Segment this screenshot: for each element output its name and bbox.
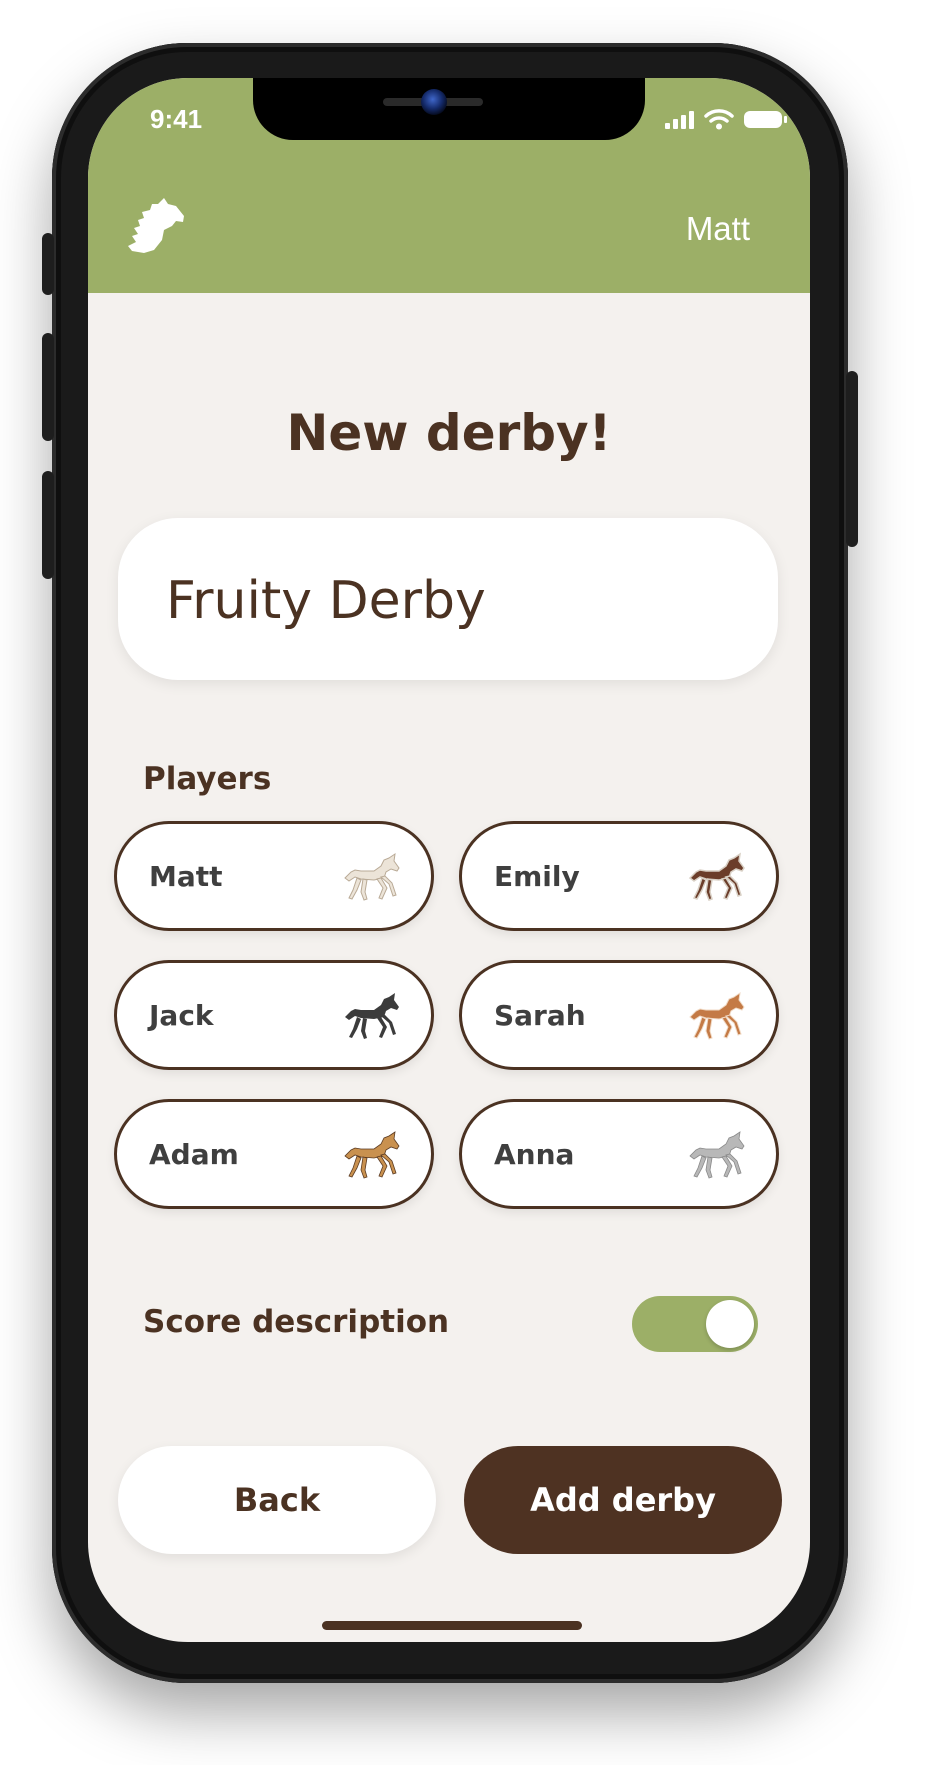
grey-horse-icon <box>684 1130 748 1182</box>
app-header: 9:41 Matt <box>88 78 810 293</box>
app-screen: 9:41 Matt New derby! Players Matt <box>88 78 810 1642</box>
toggle-knob <box>706 1300 754 1348</box>
wifi-icon <box>704 109 734 130</box>
derby-name-input[interactable] <box>164 560 728 642</box>
player-name: Emily <box>494 860 580 893</box>
player-chip-sarah[interactable]: Sarah <box>459 960 779 1070</box>
home-indicator[interactable] <box>322 1621 582 1630</box>
player-name: Anna <box>494 1138 575 1171</box>
players-label: Players <box>143 761 272 797</box>
pinto-horse-icon <box>684 852 748 904</box>
back-button[interactable]: Back <box>118 1446 436 1554</box>
black-horse-icon <box>339 991 403 1043</box>
player-name: Sarah <box>494 999 586 1032</box>
player-chip-anna[interactable]: Anna <box>459 1099 779 1209</box>
cellular-signal-icon <box>665 109 694 129</box>
palomino-horse-icon <box>339 1130 403 1182</box>
white-horse-icon <box>339 852 403 904</box>
status-icons <box>665 106 787 132</box>
chestnut-horse-icon <box>684 991 748 1043</box>
player-name: Jack <box>149 999 214 1032</box>
score-description-label: Score description <box>143 1304 450 1340</box>
score-description-toggle[interactable] <box>632 1296 758 1352</box>
horse-head-icon[interactable] <box>128 196 186 254</box>
player-chip-jack[interactable]: Jack <box>114 960 434 1070</box>
player-chip-matt[interactable]: Matt <box>114 821 434 931</box>
battery-icon <box>744 110 787 128</box>
derby-name-field[interactable] <box>118 518 778 680</box>
player-chip-emily[interactable]: Emily <box>459 821 779 931</box>
status-time: 9:41 <box>150 104 203 134</box>
add-derby-button[interactable]: Add derby <box>464 1446 782 1554</box>
device-notch <box>253 78 645 140</box>
page-title: New derby! <box>286 404 612 462</box>
player-chip-adam[interactable]: Adam <box>114 1099 434 1209</box>
player-name: Matt <box>149 860 223 893</box>
header-user-name[interactable]: Matt <box>686 210 750 248</box>
player-name: Adam <box>149 1138 239 1171</box>
